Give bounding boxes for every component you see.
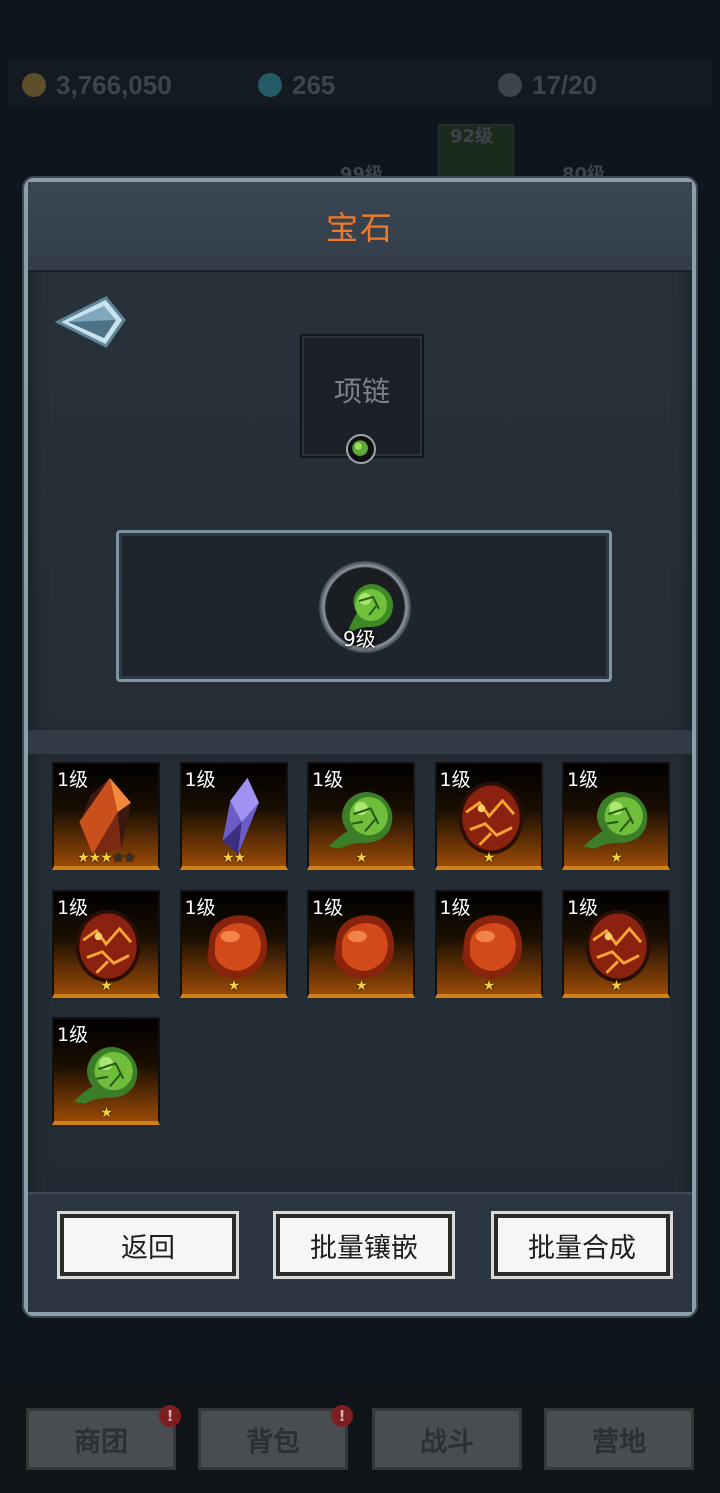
gem-rarity-stars: ★ [610,977,623,994]
gem-rarity-stars: ★ [355,977,368,994]
gem-rarity-stars: ★ [100,1105,113,1121]
gem-rarity-stars: ★ [100,977,113,994]
gem-level: 1级 [567,896,599,919]
gem-slot[interactable]: 1级 ★ [434,762,543,870]
tab-camp[interactable]: 营地 [544,1408,694,1470]
batch-compose-button[interactable]: 批量合成 [491,1211,673,1279]
socket-level-label: 9级 [343,627,376,651]
scroll-icon [495,70,525,100]
gem-slot[interactable]: 1级 ★ [434,889,543,998]
tab-shop[interactable]: 商团 ! [26,1405,181,1470]
socketed-gem-icon [346,434,376,464]
notification-badge: ! [331,1405,353,1427]
gem-level: 1级 [312,896,344,919]
gem-slot[interactable]: 1级 ★★★★★ [52,762,160,870]
equipment-name: 项链 [333,375,390,408]
gem-level: 1级 [57,769,89,791]
gold-coin-icon [22,73,46,97]
gem-level: 1级 [439,769,471,791]
gem-socket-panel: 9级 [116,530,612,682]
hero-level-tag: 92级 [450,126,494,147]
gem-slot[interactable]: 1级 ★ [52,1017,160,1125]
batch-inlay-button[interactable]: 批量镶嵌 [273,1211,455,1279]
gem-rarity-stars: ★★ [221,850,246,866]
gem-level: 1级 [439,896,471,919]
tab-battle[interactable]: 战斗 [372,1408,522,1470]
dialog-header: 宝石 [28,182,692,272]
scroll-counter: 17/20 [495,70,597,100]
gem-rarity-stars: ★ [482,977,496,994]
dialog-title: 宝石 [325,209,394,247]
gem-rarity-stars: ★ [610,850,623,866]
tab-backpack[interactable]: 背包 ! [198,1405,353,1470]
gem-slot[interactable]: 1级 ★ [52,889,160,998]
dialog-footer: 返回 批量镶嵌 批量合成 [28,1192,692,1312]
gem-rarity-stars: ★ [355,850,368,866]
gem-level: 1级 [184,896,216,919]
gold-counter: 3,766,050 [22,70,172,100]
equipment-slot[interactable]: 项链 [300,334,424,464]
gem-level: 1级 [312,769,344,791]
gem-slot[interactable]: 1级 ★ [562,889,670,998]
notification-badge: ! [159,1405,181,1427]
back-button[interactable]: 返回 [57,1211,239,1279]
gem-level: 1级 [57,896,89,919]
gem-level: 1级 [57,1024,89,1046]
gem-slot[interactable]: 1级 ★ [307,889,415,998]
gem-slot[interactable]: 1级 ★★ [179,762,288,870]
gem-slot[interactable]: 1级 ★ [307,762,415,870]
gem-rarity-stars: ★★★★★ [77,850,136,866]
diamond-counter: 265 [254,69,335,101]
diamond-icon [254,69,286,101]
gem-level: 1级 [567,769,599,791]
gem-slot[interactable]: 1级 ★ [179,889,288,998]
back-arrow-icon[interactable] [54,292,130,352]
gem-level: 1级 [184,769,216,791]
gem-dialog: 宝石 项链 9级 1级 ★★★★★ 1级 ★★ 1级 ★ 1级 ★ 1级 ★ 1级 ★ 1级 ★ 1级 ★ 1级… [24,178,696,1316]
gem-slot[interactable]: 1级 ★ [562,762,670,870]
gem-rarity-stars: ★ [227,977,241,994]
section-divider [28,730,692,754]
gem-rarity-stars: ★ [482,850,496,866]
